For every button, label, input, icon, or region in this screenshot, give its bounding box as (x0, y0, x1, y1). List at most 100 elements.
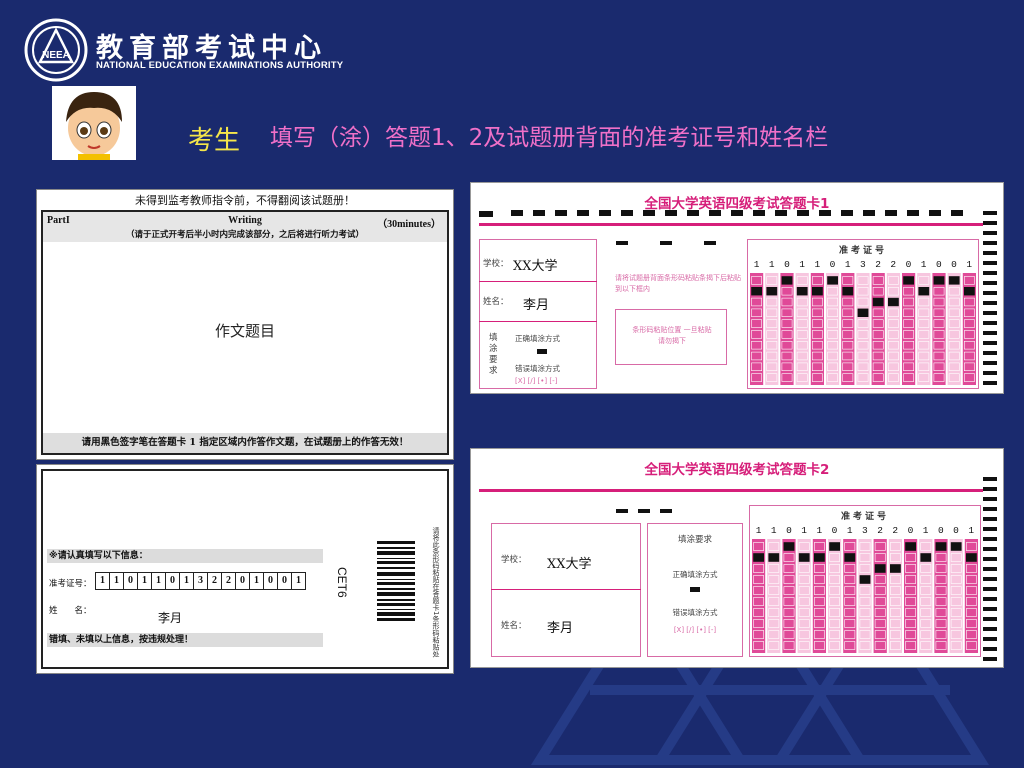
card1-bubble-filled[interactable] (781, 276, 793, 285)
exam-id-digit-box[interactable]: 1 (109, 572, 124, 590)
exam-id-digit-box[interactable]: 0 (263, 572, 278, 590)
card1-bubble-filled[interactable] (964, 287, 975, 296)
card2-bubble-filled[interactable] (905, 542, 916, 551)
card2-bubble-grid[interactable] (751, 539, 979, 653)
card1-bubble-column (902, 273, 916, 385)
card1-exam-no-digit: 1 (799, 259, 805, 270)
card1-bubble-filled[interactable] (796, 287, 808, 296)
name-label: 姓 名： (49, 606, 92, 616)
card2-bubble-column (949, 539, 963, 653)
exam-id-digit-box[interactable]: 0 (165, 572, 180, 590)
exam-id-digit-box[interactable]: 2 (221, 572, 236, 590)
card1-correct-label: 正确填涂方式 (515, 334, 560, 343)
card1-bubble-column (886, 273, 900, 385)
card1-name-label: 姓名： (483, 297, 509, 307)
exam-id-digit-box[interactable]: 1 (249, 572, 264, 590)
booklet-footer-note: 请用黑色签字笔在答题卡 1 指定区域内作答作文题，在试题册上的作答无效！ (43, 433, 447, 453)
card1-bubble-filled[interactable] (857, 308, 869, 318)
card2-exam-no-digit: 1 (846, 525, 853, 536)
card2-bubble-filled[interactable] (874, 564, 886, 573)
card1-bubble-column (780, 273, 794, 385)
card1-bubble-filled[interactable] (827, 276, 838, 285)
card1-exam-no-digit: 0 (905, 259, 912, 270)
card1-bubble-filled[interactable] (872, 297, 884, 307)
card2-bubble-filled[interactable] (768, 553, 780, 562)
exam-id-digit-box[interactable]: 0 (277, 572, 292, 590)
card2-bubble-filled[interactable] (829, 542, 840, 551)
barcode-icon (377, 541, 415, 621)
card2-wrong-label: 错误填涂方式 (672, 608, 718, 617)
card1-title-rule (479, 223, 983, 226)
card1-info-divider-2 (479, 321, 597, 322)
exam-id-boxes[interactable]: 110110132201001 (95, 572, 306, 590)
card2-bubble-filled[interactable] (844, 553, 856, 562)
who-label: 考生 (188, 126, 241, 156)
card1-bubble-filled[interactable] (903, 276, 914, 285)
name-value[interactable]: 李月 (158, 609, 182, 626)
card1-bubble-filled[interactable] (766, 287, 778, 296)
card2-exam-no-digit: 1 (801, 525, 807, 536)
exam-id-digit-box[interactable]: 1 (95, 572, 110, 590)
card1-bubble-filled[interactable] (918, 287, 930, 296)
card1-exam-no-digits: 110110132201001 (749, 259, 977, 270)
exam-id-digit-box[interactable]: 0 (123, 572, 138, 590)
card2-bubble-filled[interactable] (935, 542, 947, 551)
card1-bubble-filled[interactable] (948, 276, 960, 285)
card2-exam-no-digits: 110110132201001 (751, 525, 979, 536)
exam-id-digit-box[interactable]: 0 (235, 572, 250, 590)
card1-bubble-filled[interactable] (811, 287, 823, 296)
card1-sticker-note: 请将试题册背面条形码粘贴条揭下后粘贴到以下框内 (615, 274, 741, 293)
card2-short-dashes (616, 509, 672, 513)
card2-bubble-filled[interactable] (859, 575, 871, 584)
card2-bubble-filled[interactable] (783, 542, 795, 551)
card2-bubble-filled[interactable] (813, 553, 825, 562)
card1-exam-no-digit: 1 (844, 259, 851, 270)
card1-exam-no-digit: 0 (951, 259, 957, 270)
exam-id-digit-box[interactable]: 1 (179, 572, 194, 590)
card2-wrong-marks: [X] [/] [•] [-] (673, 626, 717, 634)
card2-bubble-filled[interactable] (753, 553, 764, 562)
card1-bubble-filled[interactable] (933, 276, 945, 285)
card2-exam-no-digit: 3 (862, 525, 868, 536)
card1-school-value[interactable]: XX大学 (513, 255, 558, 274)
card2-bubble-filled[interactable] (890, 564, 901, 573)
exam-id-digit-box[interactable]: 1 (151, 572, 166, 590)
writing-section-header: PartI Writing （30minutes） （请于正式开考后半小时内完成… (43, 212, 447, 242)
student-avatar-icon (52, 86, 136, 160)
exam-code: CET6 (335, 567, 349, 598)
card1-side-timing-marks (983, 211, 997, 391)
exam-id-digit-box[interactable]: 3 (193, 572, 208, 590)
card1-info-divider-1 (479, 281, 597, 282)
card2-exam-no-digit: 2 (892, 525, 899, 536)
org-name-english: NATIONAL EDUCATION EXAMINATIONS AUTHORIT… (96, 60, 344, 71)
card1-exam-no-digit: 0 (784, 259, 790, 270)
card1-bubble-filled[interactable] (842, 287, 854, 296)
card2-side-timing-marks (983, 477, 997, 667)
exam-id-digit-box[interactable]: 2 (207, 572, 222, 590)
card2-bubble-filled[interactable] (966, 553, 977, 562)
exam-id-digit-box[interactable]: 1 (137, 572, 152, 590)
card1-exam-no-digit: 1 (814, 259, 821, 270)
card1-exam-no-digit: 1 (753, 259, 760, 270)
card1-correct-mark (537, 349, 547, 354)
card2-bubble-column (888, 539, 902, 653)
card1-exam-no-label: 准考证号 (838, 246, 887, 256)
instruction-text: 填写（涂）答题1、2及试题册背面的准考证号和姓名栏 (270, 125, 829, 151)
card1-bubble-column (947, 273, 961, 385)
card1-bubble-filled[interactable] (888, 297, 899, 307)
answer-card-1: 全国大学英语四级考试答题卡1 学校： XX大学 姓名： 李月 填涂要求 正确填涂… (470, 182, 1004, 394)
card1-bubble-grid[interactable] (749, 273, 977, 385)
card2-name-label: 姓名： (501, 621, 527, 631)
card2-name-value[interactable]: 李月 (547, 617, 573, 636)
card2-bubble-filled[interactable] (798, 553, 810, 562)
card2-bubble-filled[interactable] (950, 542, 962, 551)
booklet-notice: 未得到监考教师指令前，不得翻阅该试题册！ (135, 194, 355, 207)
card1-wrong-label: 错误填涂方式 (515, 364, 560, 373)
card1-exam-no-digit: 2 (890, 259, 897, 270)
card2-bubble-column (828, 539, 842, 653)
card1-name-value[interactable]: 李月 (523, 294, 549, 313)
card1-bubble-filled[interactable] (751, 287, 762, 296)
exam-id-digit-box[interactable]: 1 (291, 572, 306, 590)
card2-school-value[interactable]: XX大学 (547, 553, 592, 572)
card2-bubble-filled[interactable] (920, 553, 932, 562)
